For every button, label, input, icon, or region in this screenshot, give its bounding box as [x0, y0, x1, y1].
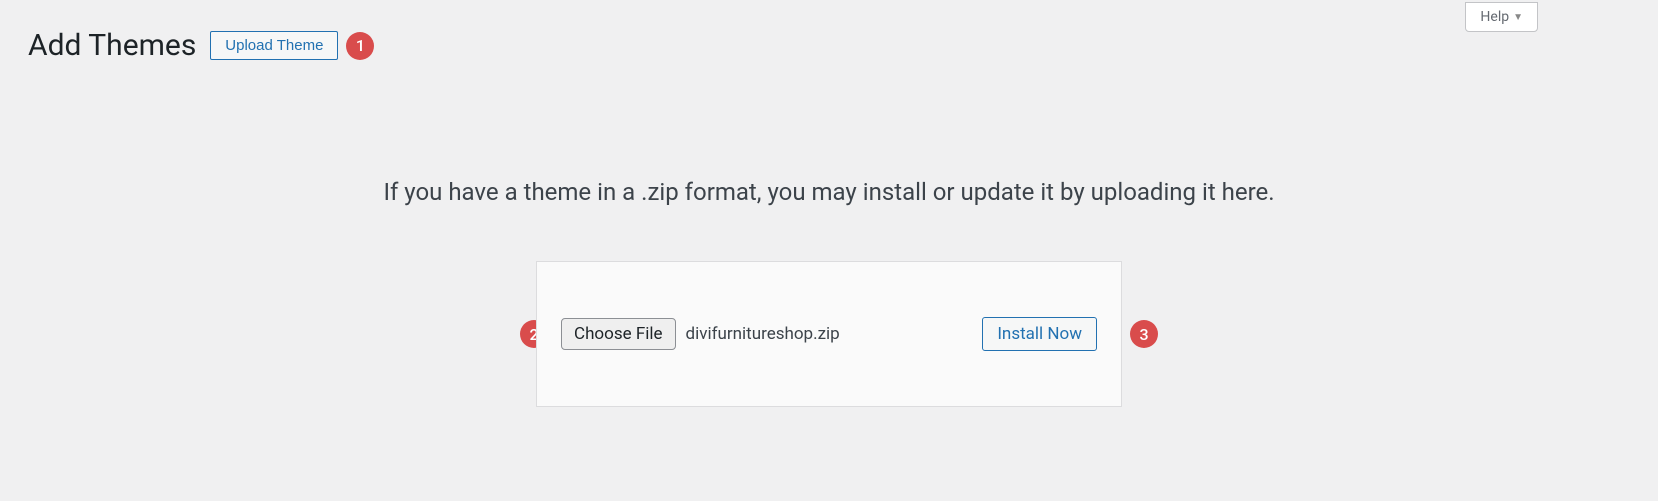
selected-file-name: divifurnitureshop.zip — [686, 324, 840, 344]
page-title: Add Themes — [28, 28, 196, 63]
choose-file-button[interactable]: Choose File — [561, 318, 676, 350]
upload-box: Choose File divifurnitureshop.zip Instal… — [536, 261, 1122, 407]
file-input-group: Choose File divifurnitureshop.zip — [561, 318, 840, 350]
page-header: Add Themes Upload Theme 1 — [0, 0, 1658, 63]
upload-theme-button[interactable]: Upload Theme — [210, 31, 338, 60]
annotation-badge-1: 1 — [346, 32, 374, 60]
help-tab[interactable]: Help ▼ — [1465, 2, 1538, 32]
help-label: Help — [1480, 9, 1509, 25]
annotation-badge-3: 3 — [1130, 320, 1158, 348]
chevron-down-icon: ▼ — [1513, 12, 1523, 23]
install-now-button[interactable]: Install Now — [982, 317, 1097, 351]
upload-instructions: If you have a theme in a .zip format, yo… — [0, 178, 1658, 206]
